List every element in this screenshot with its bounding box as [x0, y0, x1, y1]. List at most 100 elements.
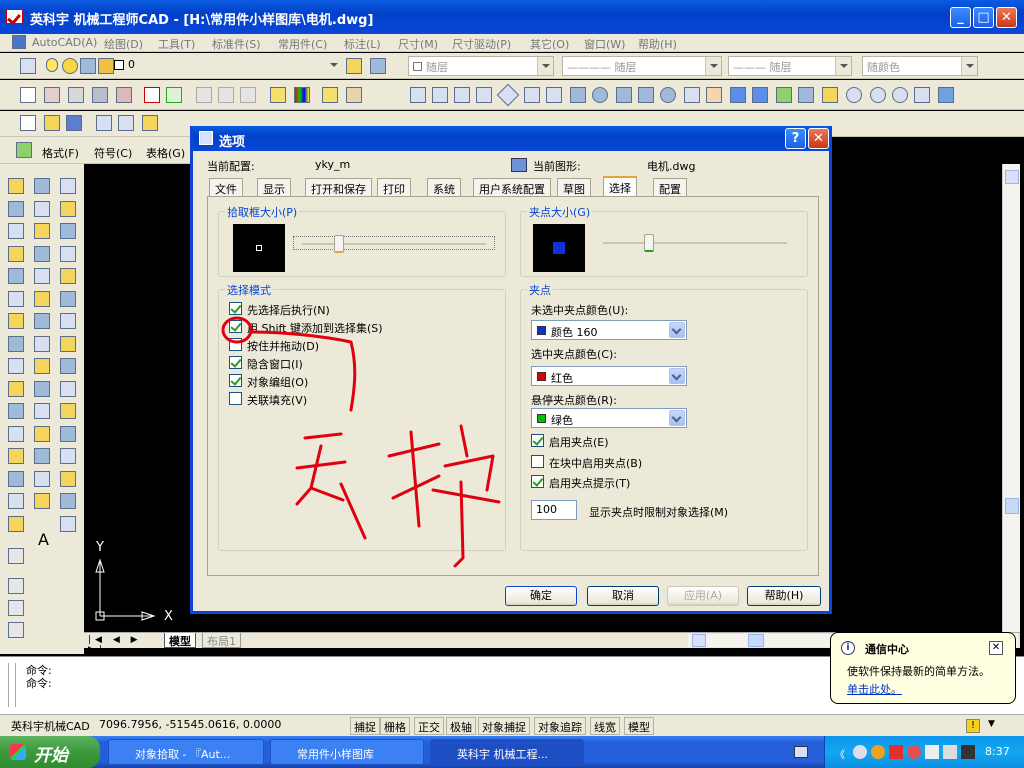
chevron-down-icon[interactable]	[705, 57, 721, 75]
format-icon[interactable]	[16, 142, 32, 158]
wrench-icon[interactable]	[776, 87, 792, 103]
status-menu-chevron-icon[interactable]: ▼	[988, 719, 995, 729]
menu-standard-parts[interactable]: 标准件(S)	[212, 36, 261, 52]
tray-expand-icon[interactable]: 《	[835, 746, 845, 761]
tab-nav-arrows-icon[interactable]: |◀ ◀ ▶ ▶|	[88, 635, 144, 655]
scroll-left-icon[interactable]	[692, 634, 706, 647]
autocad-menu-icon[interactable]	[12, 35, 26, 49]
left-tool-2-13-icon[interactable]	[60, 470, 76, 487]
menu-help[interactable]: 帮助(H)	[638, 36, 677, 52]
cone-icon[interactable]	[638, 87, 654, 103]
table3-icon[interactable]	[240, 87, 256, 103]
extrude-icon[interactable]	[684, 87, 700, 103]
left-tool-1-7-icon[interactable]	[34, 335, 50, 352]
doc-tool-icon[interactable]	[8, 578, 24, 594]
keyboard-icon[interactable]	[794, 746, 808, 758]
chevron-down-icon[interactable]	[835, 57, 851, 75]
status-toggle-1[interactable]: 栅格	[380, 717, 410, 735]
3d-tool-2-icon[interactable]	[546, 87, 562, 103]
table-icon[interactable]	[196, 87, 212, 103]
symbol-menu[interactable]: 符号(C)	[94, 145, 132, 161]
tab-layout1[interactable]: 布局1	[202, 633, 241, 648]
hatch-icon[interactable]	[116, 87, 132, 103]
bearing-3-icon[interactable]	[892, 87, 908, 103]
chevron-down-icon[interactable]	[961, 57, 977, 75]
status-toggle-0[interactable]: 捕捉	[350, 717, 380, 735]
left-tool-1-1-icon[interactable]	[34, 200, 50, 217]
new-file-icon[interactable]	[20, 115, 36, 131]
spring-icon[interactable]	[798, 87, 814, 103]
block-icon[interactable]	[938, 87, 954, 103]
left-tool-0-10-icon[interactable]	[8, 403, 24, 419]
save-icon[interactable]	[66, 115, 82, 131]
format-menu[interactable]: 格式(F)	[42, 145, 79, 161]
menu-tools[interactable]: 工具(T)	[158, 36, 195, 52]
hline-icon[interactable]	[20, 87, 36, 103]
left-tool-2-6-icon[interactable]	[60, 313, 76, 329]
balloon-link[interactable]: 单击此处。	[847, 681, 902, 697]
linetype-combo[interactable]: ———— 随层	[562, 56, 722, 76]
dim-tool-2-icon[interactable]	[454, 87, 470, 103]
bearing-1-icon[interactable]	[846, 87, 862, 103]
menu-other[interactable]: 其它(O)	[530, 36, 569, 52]
left-tool-1-5-icon[interactable]	[34, 290, 50, 307]
status-toggle-2[interactable]: 正交	[414, 717, 444, 735]
left-tool-2-12-icon[interactable]	[60, 448, 76, 464]
left-tool-0-6-icon[interactable]	[8, 313, 24, 329]
scroll-up-icon[interactable]	[1005, 170, 1019, 184]
status-toggle-7[interactable]: 模型	[624, 717, 654, 735]
window-title-bar[interactable]: 英科宇 机械工程师CAD - [H:\常用件小样图库\电机.dwg] _ □ ✕	[0, 0, 1024, 34]
menu-dim-driven[interactable]: 尺寸驱动(P)	[452, 36, 511, 52]
task-library-folder[interactable]: 常用件小样图库	[270, 739, 424, 765]
left-tool-1-9-icon[interactable]	[34, 380, 50, 397]
communication-center-balloon[interactable]: i 通信中心 ✕ 使软件保持最新的简单方法。 单击此处。	[830, 632, 1016, 704]
minimize-button[interactable]: _	[950, 7, 971, 28]
close-button[interactable]: ✕	[996, 7, 1017, 28]
task-object-pick[interactable]: 对象拾取 - 『Aut...	[108, 739, 264, 765]
tray-icon-4[interactable]	[907, 745, 921, 759]
status-toggle-6[interactable]: 线宽	[590, 717, 620, 735]
left-tool-0-5-icon[interactable]	[8, 290, 24, 307]
table2-icon[interactable]	[218, 87, 234, 103]
left-tool-2-15-icon[interactable]	[60, 515, 76, 532]
bulb-icon[interactable]	[46, 58, 58, 72]
left-tool-0-15-icon[interactable]	[8, 515, 24, 532]
rect-icon[interactable]	[68, 87, 84, 103]
left-tool-0-14-icon[interactable]	[8, 493, 24, 509]
fill-rect-icon[interactable]	[92, 87, 108, 103]
tray-icon-5[interactable]	[925, 745, 939, 759]
left-tool-2-7-icon[interactable]	[60, 335, 76, 352]
left-tool-2-3-icon[interactable]	[60, 245, 76, 262]
pipe-icon[interactable]	[706, 87, 722, 103]
scroll-thumb[interactable]	[1005, 498, 1019, 514]
title-block-icon[interactable]	[166, 87, 182, 103]
bearing-2-icon[interactable]	[870, 87, 886, 103]
table-menu[interactable]: 表格(G)	[146, 145, 185, 161]
chevron-down-icon[interactable]	[537, 57, 553, 75]
layer-previous-icon[interactable]	[370, 58, 386, 74]
make-current-layer-icon[interactable]	[346, 58, 362, 74]
bearing-4-icon[interactable]	[914, 87, 930, 103]
status-toggle-3[interactable]: 极轴	[446, 717, 476, 735]
chevron-down-icon[interactable]	[326, 56, 342, 74]
dim-tool-3-icon[interactable]	[476, 87, 492, 103]
text-edit-icon[interactable]	[8, 622, 24, 638]
left-tool-1-13-icon[interactable]	[34, 470, 50, 487]
balloon-close-icon[interactable]: ✕	[989, 641, 1003, 655]
status-toggle-4[interactable]: 对象捕捉	[478, 717, 530, 735]
box-icon[interactable]	[570, 87, 586, 103]
menu-autocad[interactable]: AutoCAD(A)	[32, 36, 97, 49]
left-tool-2-10-icon[interactable]	[60, 403, 76, 419]
publish-icon[interactable]	[142, 115, 158, 131]
tray-icon-3[interactable]	[889, 745, 903, 759]
left-tool-1-11-icon[interactable]	[34, 425, 50, 442]
left-tool-2-2-icon[interactable]	[60, 223, 76, 239]
tab-model[interactable]: 模型	[164, 633, 196, 648]
hscroll-thumb[interactable]	[748, 634, 764, 647]
plotstyle-combo[interactable]: 随颜色	[862, 56, 978, 76]
command-grip[interactable]	[8, 663, 16, 707]
cylinder-icon[interactable]	[616, 87, 632, 103]
left-tool-1-0-icon[interactable]	[34, 178, 50, 194]
pencil-icon[interactable]	[822, 87, 838, 103]
tray-icon-1[interactable]	[853, 745, 867, 759]
